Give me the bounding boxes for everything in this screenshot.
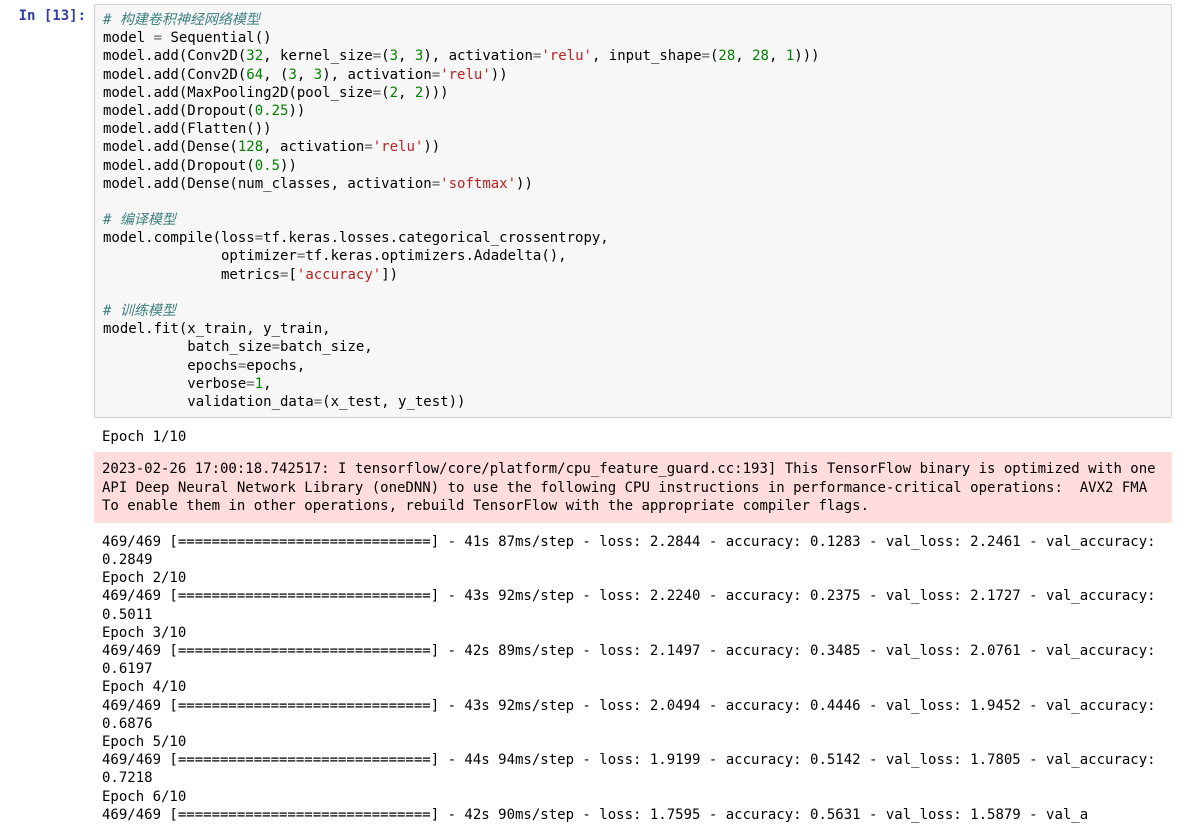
code-input[interactable]: # 构建卷积神经网络模型 model = Sequential() model.…: [94, 4, 1172, 418]
code-cell: In [13]: # 构建卷积神经网络模型 model = Sequential…: [8, 4, 1172, 418]
output-stdout-2: 469/469 [==============================]…: [94, 527, 1172, 830]
output-stderr: 2023-02-26 17:00:18.742517: I tensorflow…: [94, 452, 1172, 523]
output-stdout-1: Epoch 1/10: [94, 422, 1172, 452]
cell-prompt: In [13]:: [8, 4, 94, 418]
